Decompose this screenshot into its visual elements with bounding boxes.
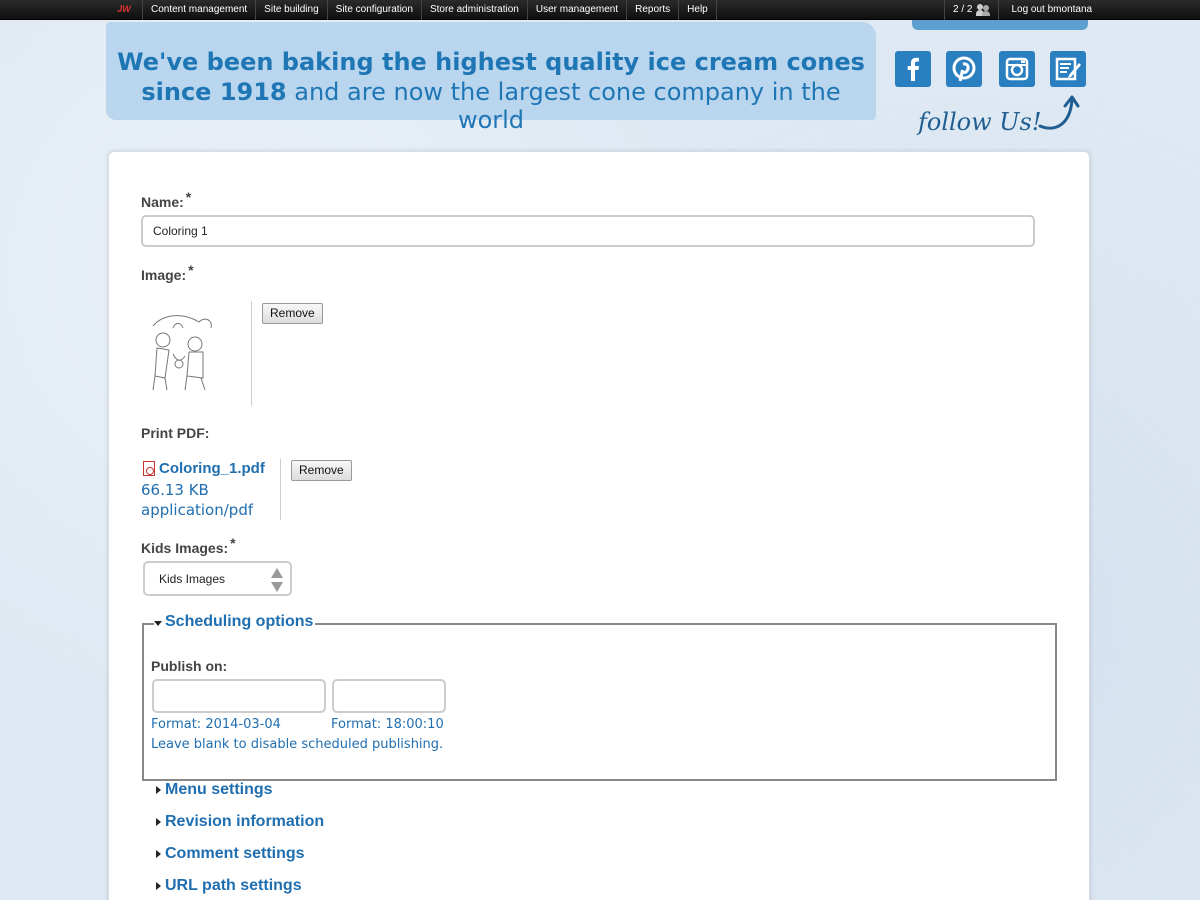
pdf-label: Print PDF: <box>141 425 210 441</box>
kids-images-selected: Kids Images <box>159 572 226 586</box>
admin-user-area: 2 / 2 Log out bmontana <box>944 0 1104 20</box>
pdf-file: Coloring_1.pdf <box>143 460 265 477</box>
image-label-text: Image: <box>141 267 187 283</box>
header-banner: We've been baking the highest quality ic… <box>106 22 876 134</box>
pdf-mime: application/pdf <box>141 501 254 519</box>
divider <box>280 459 281 520</box>
collapsed-triangle-icon <box>156 786 161 794</box>
kids-images-select[interactable]: Kids Images <box>143 561 292 596</box>
image-label: Image: * <box>141 262 194 283</box>
publish-time-input[interactable] <box>332 679 446 713</box>
collapsed-triangle-icon <box>156 818 161 826</box>
image-thumbnail <box>143 306 223 396</box>
banner-rest: and are now the largest cone company in … <box>286 78 841 134</box>
pdf-size: 66.13 KB <box>141 481 209 499</box>
banner-headline: We've been baking the highest quality ic… <box>117 48 865 76</box>
user-count-text: 2 / 2 <box>953 4 973 15</box>
banner-subline: since 1918 and are now the largest cone … <box>106 78 876 134</box>
instagram-icon[interactable] <box>999 51 1035 87</box>
menu-content-management[interactable]: Content management <box>142 0 257 20</box>
required-marker: * <box>230 535 236 551</box>
expanded-triangle-icon <box>154 620 162 626</box>
blog-icon[interactable] <box>1050 51 1086 87</box>
online-users[interactable]: 2 / 2 <box>944 0 1000 20</box>
publish-date-input[interactable] <box>152 679 326 713</box>
kids-images-label-text: Kids Images: <box>141 540 229 556</box>
logout-link[interactable]: Log out bmontana <box>999 0 1104 20</box>
pdf-file-link[interactable]: Coloring_1.pdf <box>159 460 265 477</box>
name-label: Name: * <box>141 189 191 210</box>
pdf-remove-button[interactable]: Remove <box>291 460 352 481</box>
image-remove-button[interactable]: Remove <box>262 303 323 324</box>
menu-user-management[interactable]: User management <box>528 0 628 20</box>
admin-menu: Content management Site building Site co… <box>142 0 717 20</box>
url-path-settings-title: URL path settings <box>165 877 302 894</box>
kids-images-label: Kids Images: * <box>141 535 236 556</box>
collapsed-triangle-icon <box>156 850 161 858</box>
menu-settings-toggle[interactable]: Menu settings <box>156 781 273 799</box>
required-marker: * <box>185 189 192 205</box>
menu-help[interactable]: Help <box>679 0 717 20</box>
home-logo-icon[interactable]: JW <box>116 3 132 16</box>
name-input[interactable]: Coloring 1 <box>141 215 1035 247</box>
revision-information-title: Revision information <box>165 813 325 830</box>
pinterest-icon[interactable] <box>946 51 982 87</box>
name-label-text: Name: <box>141 194 184 210</box>
required-marker: * <box>188 262 194 278</box>
url-path-settings-toggle[interactable]: URL path settings <box>156 877 302 895</box>
admin-toolbar: JW Content management Site building Site… <box>0 0 1200 20</box>
date-format-hint: Format: 2014-03-04 <box>151 717 281 732</box>
shortcut-tab[interactable] <box>912 20 1088 30</box>
menu-site-building[interactable]: Site building <box>256 0 328 20</box>
menu-reports[interactable]: Reports <box>627 0 680 20</box>
scheduling-title: Scheduling options <box>165 613 314 630</box>
curved-arrow-icon <box>1038 95 1080 130</box>
banner-bold: since 1918 <box>141 78 287 106</box>
facebook-icon[interactable] <box>895 51 931 87</box>
users-icon <box>976 4 991 16</box>
comment-settings-toggle[interactable]: Comment settings <box>156 845 305 863</box>
menu-settings-title: Menu settings <box>165 781 273 798</box>
publish-on-label: Publish on: <box>151 658 228 674</box>
scheduling-legend[interactable]: Scheduling options <box>154 613 316 631</box>
revision-information-toggle[interactable]: Revision information <box>156 813 324 831</box>
scheduling-help: Leave blank to disable scheduled publish… <box>151 737 444 752</box>
menu-site-configuration[interactable]: Site configuration <box>328 0 422 20</box>
pdf-file-icon <box>143 461 155 476</box>
time-format-hint: Format: 18:00:10 <box>331 717 444 732</box>
select-arrows-icon <box>271 568 283 592</box>
comment-settings-title: Comment settings <box>165 845 305 862</box>
collapsed-triangle-icon <box>156 882 161 890</box>
divider <box>251 301 252 406</box>
follow-us-text: follow Us! <box>918 108 1042 136</box>
menu-store-administration[interactable]: Store administration <box>422 0 528 20</box>
